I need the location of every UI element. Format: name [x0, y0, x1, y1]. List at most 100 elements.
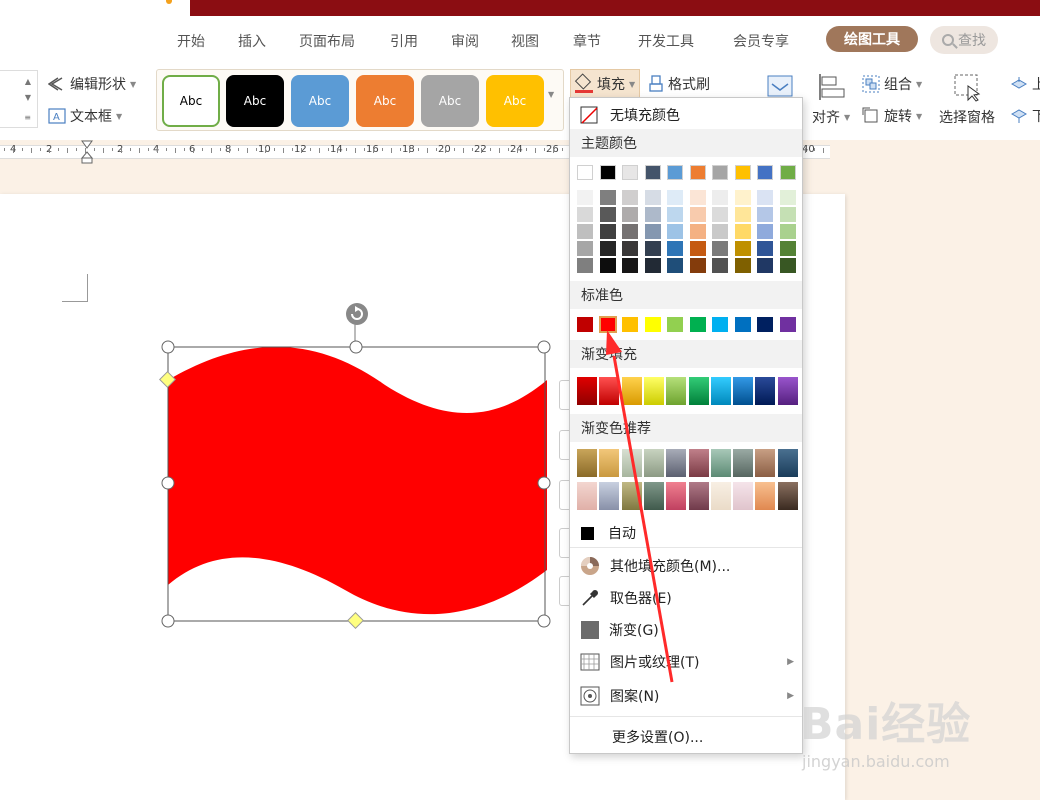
theme-shade-swatch[interactable]	[622, 241, 638, 256]
send-backward-button[interactable]: 下	[1010, 106, 1040, 126]
standard-color-swatch[interactable]	[622, 317, 638, 332]
gradient-recommend-swatch[interactable]	[577, 449, 597, 477]
standard-color-swatch[interactable]	[757, 317, 773, 332]
theme-color-swatch[interactable]	[712, 165, 728, 180]
standard-color-swatch[interactable]	[644, 317, 661, 332]
theme-shade-swatch[interactable]	[622, 190, 638, 205]
theme-shade-swatch[interactable]	[712, 190, 728, 205]
more-fill-colors-item[interactable]: 其他填充颜色(M)...	[570, 551, 802, 581]
search-button[interactable]: 查找	[930, 26, 998, 54]
theme-shade-swatch[interactable]	[734, 190, 751, 205]
rotate-button[interactable]: 旋转 ▼	[862, 106, 922, 126]
gradient-recommend-swatch[interactable]	[577, 482, 597, 510]
bring-forward-button[interactable]: 上	[1010, 74, 1040, 94]
format-painter-button[interactable]: 格式刷	[648, 74, 710, 94]
theme-shade-swatch[interactable]	[644, 241, 661, 256]
theme-shade-swatch[interactable]	[779, 258, 796, 273]
gradient-fill-swatch[interactable]	[621, 377, 642, 405]
theme-color-swatch[interactable]	[622, 165, 638, 180]
wrap-text-icon[interactable]	[764, 72, 796, 100]
theme-shade-swatch[interactable]	[779, 207, 796, 222]
theme-shade-swatch[interactable]	[757, 241, 773, 256]
resize-handle-sw[interactable]	[161, 614, 175, 628]
gradient-recommend-swatch[interactable]	[643, 449, 664, 477]
gradient-recommend-swatch[interactable]	[710, 482, 731, 510]
theme-shade-swatch[interactable]	[599, 258, 616, 273]
theme-shade-swatch[interactable]	[779, 224, 796, 239]
gradient-recommend-swatch[interactable]	[733, 482, 754, 510]
theme-color-swatch[interactable]	[757, 165, 773, 180]
theme-shade-swatch[interactable]	[577, 190, 593, 205]
pattern-item[interactable]: 图案(N) ▶	[570, 681, 802, 711]
resize-handle-se[interactable]	[537, 614, 551, 628]
resize-handle-nw[interactable]	[161, 340, 175, 354]
picture-texture-item[interactable]: 图片或纹理(T) ▶	[570, 647, 802, 677]
theme-shade-swatch[interactable]	[757, 224, 773, 239]
gradient-fill-swatch[interactable]	[643, 377, 664, 405]
gradient-recommend-swatch[interactable]	[755, 482, 776, 510]
theme-shade-swatch[interactable]	[644, 190, 661, 205]
tab-view[interactable]: 视图	[511, 31, 539, 51]
standard-color-swatch[interactable]	[712, 317, 728, 332]
gradient-recommend-swatch[interactable]	[666, 449, 687, 477]
gradient-recommend-swatch[interactable]	[621, 482, 642, 510]
group-button[interactable]: 组合 ▼	[862, 74, 922, 94]
gradient-fill-swatch[interactable]	[733, 377, 754, 405]
theme-shade-swatch[interactable]	[599, 241, 616, 256]
standard-color-swatch[interactable]	[577, 317, 593, 332]
theme-shade-swatch[interactable]	[689, 190, 706, 205]
rotate-handle-icon[interactable]	[346, 303, 368, 325]
theme-shade-swatch[interactable]	[712, 258, 728, 273]
resize-handle-e[interactable]	[537, 476, 551, 490]
tab-page-layout[interactable]: 页面布局	[299, 31, 355, 51]
theme-shade-swatch[interactable]	[734, 224, 751, 239]
theme-shade-swatch[interactable]	[644, 258, 661, 273]
gradient-recommend-swatch[interactable]	[710, 449, 731, 477]
standard-color-swatch[interactable]	[689, 317, 706, 332]
standard-color-swatch[interactable]	[734, 317, 751, 332]
theme-shade-swatch[interactable]	[599, 190, 616, 205]
wave-shape-selection[interactable]	[155, 300, 565, 640]
theme-shade-swatch[interactable]	[757, 190, 773, 205]
indent-marker-icon[interactable]	[81, 140, 93, 164]
theme-shade-swatch[interactable]	[577, 224, 593, 239]
gradient-recommend-swatch[interactable]	[666, 482, 687, 510]
theme-shade-swatch[interactable]	[779, 241, 796, 256]
style-swatch[interactable]: Abc	[226, 75, 284, 127]
theme-color-swatch[interactable]	[667, 165, 683, 180]
theme-color-swatch[interactable]	[779, 165, 796, 180]
more-settings-item[interactable]: 更多设置(O)...	[570, 723, 802, 751]
edit-shape-button[interactable]: 编辑形状 ▼	[48, 74, 136, 94]
theme-shade-swatch[interactable]	[644, 207, 661, 222]
gradient-recommend-swatch[interactable]	[688, 482, 709, 510]
resize-handle-w[interactable]	[161, 476, 175, 490]
selection-pane-label[interactable]: 选择窗格	[939, 107, 995, 127]
standard-color-swatch[interactable]	[779, 317, 796, 332]
theme-shade-swatch[interactable]	[599, 224, 616, 239]
theme-shade-swatch[interactable]	[622, 224, 638, 239]
theme-shade-swatch[interactable]	[712, 224, 728, 239]
style-swatch[interactable]: Abc	[356, 75, 414, 127]
tab-insert[interactable]: 插入	[238, 31, 266, 51]
theme-shade-swatch[interactable]	[667, 224, 683, 239]
gradient-fill-swatch[interactable]	[599, 377, 620, 405]
theme-shade-swatch[interactable]	[667, 207, 683, 222]
style-swatch[interactable]: Abc	[486, 75, 544, 127]
style-swatch[interactable]: Abc	[162, 75, 220, 127]
gradient-recommend-swatch[interactable]	[777, 482, 798, 510]
theme-shade-swatch[interactable]	[599, 207, 616, 222]
style-swatch[interactable]: Abc	[421, 75, 479, 127]
gradient-recommend-swatch[interactable]	[643, 482, 664, 510]
resize-handle-n[interactable]	[349, 340, 363, 354]
spinner-up-icon[interactable]: ▲	[25, 77, 31, 86]
theme-color-swatch[interactable]	[644, 165, 661, 180]
theme-shade-swatch[interactable]	[667, 241, 683, 256]
eyedropper-item[interactable]: 取色器(E)	[570, 583, 802, 613]
theme-shade-swatch[interactable]	[577, 258, 593, 273]
theme-shade-swatch[interactable]	[667, 258, 683, 273]
gradient-fill-swatch[interactable]	[777, 377, 798, 405]
theme-color-swatch[interactable]	[599, 165, 616, 180]
theme-shade-swatch[interactable]	[757, 207, 773, 222]
gradient-recommend-swatch[interactable]	[688, 449, 709, 477]
tab-drawing-tools[interactable]: 绘图工具	[826, 26, 918, 52]
